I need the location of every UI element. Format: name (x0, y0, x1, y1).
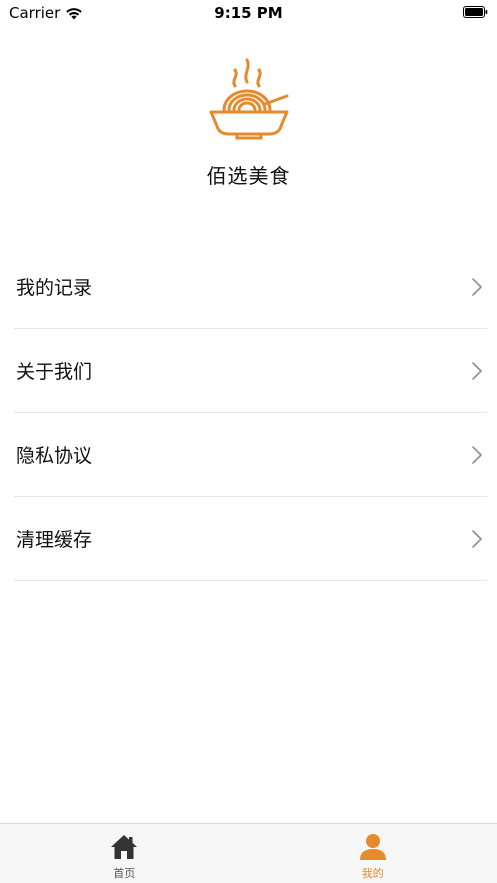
tab-mine-label: 我的 (361, 867, 384, 880)
menu-item-label: 清理缓存 (16, 529, 93, 551)
tab-bar: 首页 我的 (0, 823, 497, 883)
tab-home[interactable]: 首页 (0, 824, 249, 883)
profile-screen: Carrier 9:15 PM 佰选美食 我的记录 关于我们 隐私协议 清理缓存… (0, 0, 497, 883)
brand-header: 佰选美食 (0, 56, 497, 189)
menu-item-clear-cache[interactable]: 清理缓存 (14, 497, 487, 581)
tab-mine[interactable]: 我的 (249, 824, 497, 883)
status-time: 9:15 PM (214, 4, 283, 22)
person-icon (359, 834, 386, 860)
app-name: 佰选美食 (206, 164, 291, 188)
menu-item-label: 隐私协议 (16, 445, 93, 467)
menu-item-my-records[interactable]: 我的记录 (14, 245, 487, 329)
chevron-right-icon (472, 529, 482, 548)
battery-icon (463, 6, 488, 18)
tab-home-label: 首页 (113, 867, 136, 880)
chevron-right-icon (472, 445, 482, 464)
menu-item-label: 我的记录 (16, 277, 93, 299)
chevron-right-icon (472, 277, 482, 296)
menu-item-about-us[interactable]: 关于我们 (14, 329, 487, 413)
noodle-bowl-icon (209, 58, 288, 140)
menu-item-label: 关于我们 (16, 361, 93, 383)
settings-menu: 我的记录 关于我们 隐私协议 清理缓存 (14, 245, 487, 581)
chevron-right-icon (472, 361, 482, 380)
menu-item-privacy-policy[interactable]: 隐私协议 (14, 413, 487, 497)
home-icon (111, 835, 138, 859)
status-bar: Carrier 9:15 PM (0, 0, 497, 26)
